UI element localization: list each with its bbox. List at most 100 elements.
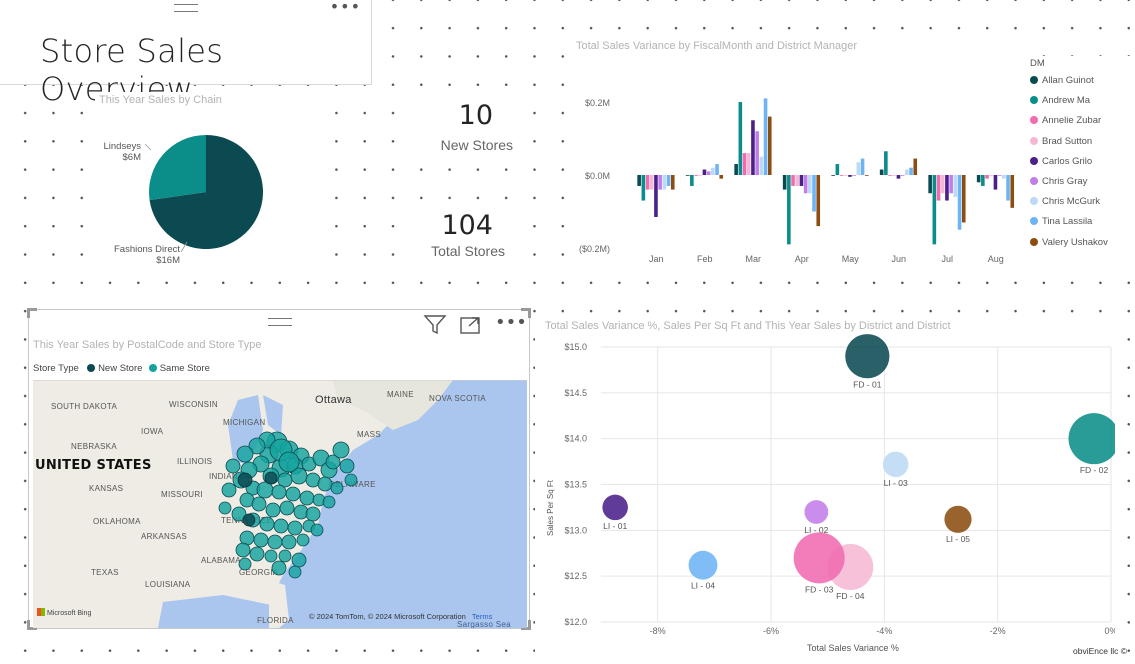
- bar[interactable]: [706, 171, 711, 175]
- bar[interactable]: [759, 156, 764, 175]
- bar[interactable]: [909, 167, 913, 175]
- bar[interactable]: [711, 167, 715, 175]
- bar[interactable]: [913, 158, 918, 175]
- legend-item[interactable]: Chris McGurk: [1030, 196, 1100, 207]
- store-marker[interactable]: [296, 533, 310, 547]
- store-marker[interactable]: [299, 490, 315, 506]
- store-marker[interactable]: [221, 482, 237, 498]
- card-total-stores[interactable]: 104 Total Stores: [420, 210, 515, 268]
- store-marker[interactable]: [249, 546, 265, 562]
- legend-item[interactable]: Annelie Zubar: [1030, 115, 1101, 126]
- bar[interactable]: [641, 175, 646, 201]
- bar[interactable]: [884, 151, 888, 175]
- bar[interactable]: [835, 164, 840, 175]
- scatter-point[interactable]: [793, 532, 845, 584]
- store-marker[interactable]: [218, 501, 232, 515]
- bar[interactable]: [698, 175, 703, 176]
- store-marker[interactable]: [267, 534, 283, 550]
- store-marker[interactable]: [332, 441, 350, 459]
- bar[interactable]: [953, 175, 958, 197]
- bar[interactable]: [791, 175, 795, 186]
- bar[interactable]: [746, 153, 751, 175]
- bar[interactable]: [900, 175, 905, 176]
- bar[interactable]: [945, 175, 949, 201]
- bar[interactable]: [658, 175, 662, 190]
- filter-icon[interactable]: [423, 314, 447, 336]
- bar[interactable]: [767, 116, 772, 175]
- scatter-point[interactable]: [1068, 413, 1116, 465]
- bar[interactable]: [816, 175, 821, 227]
- card-new-stores[interactable]: 10 New Stores: [420, 100, 515, 160]
- store-marker[interactable]: [278, 549, 292, 563]
- store-marker[interactable]: [271, 560, 287, 576]
- store-marker[interactable]: [278, 451, 300, 473]
- store-marker[interactable]: [251, 496, 267, 512]
- bar[interactable]: [782, 175, 787, 190]
- bar[interactable]: [702, 169, 707, 175]
- store-marker[interactable]: [287, 520, 303, 536]
- bar[interactable]: [888, 175, 892, 176]
- bar[interactable]: [715, 164, 719, 175]
- bar[interactable]: [685, 175, 690, 176]
- bar[interactable]: [961, 175, 966, 223]
- legend-item-label[interactable]: New Store: [98, 363, 142, 374]
- scatter-point[interactable]: [804, 500, 829, 524]
- store-marker[interactable]: [317, 476, 333, 492]
- bar[interactable]: [997, 175, 1002, 176]
- store-marker[interactable]: [235, 542, 251, 558]
- bar[interactable]: [787, 175, 791, 245]
- store-marker-new[interactable]: [264, 471, 278, 485]
- scatter-point[interactable]: [882, 451, 909, 478]
- bar[interactable]: [852, 175, 856, 176]
- legend-item[interactable]: Andrew Ma: [1030, 95, 1090, 106]
- bar[interactable]: [654, 175, 658, 217]
- more-options-icon[interactable]: •••: [330, 0, 361, 16]
- bar[interactable]: [839, 175, 844, 176]
- bar[interactable]: [645, 175, 650, 190]
- bar[interactable]: [932, 175, 937, 245]
- map-canvas[interactable]: SOUTH DAKOTA WISCONSIN MICHIGAN Ottawa M…: [33, 380, 527, 628]
- bar[interactable]: [763, 98, 768, 175]
- pie-chart-visual[interactable]: This Year Sales by Chain Lindseys $6M Fa…: [95, 92, 315, 272]
- bar[interactable]: [928, 175, 932, 194]
- bar[interactable]: [670, 175, 675, 190]
- bar[interactable]: [719, 175, 724, 179]
- scatter-point[interactable]: [688, 550, 718, 580]
- bar[interactable]: [1010, 175, 1015, 208]
- bar[interactable]: [981, 175, 985, 186]
- store-marker[interactable]: [259, 516, 275, 532]
- store-marker[interactable]: [264, 549, 278, 563]
- store-marker[interactable]: [253, 532, 269, 548]
- store-marker[interactable]: [285, 486, 301, 502]
- title-visual[interactable]: ••• Store Sales Overview: [0, 0, 372, 108]
- terms-link[interactable]: Terms: [472, 612, 492, 621]
- store-marker[interactable]: [236, 445, 254, 463]
- store-marker[interactable]: [225, 458, 241, 474]
- bar[interactable]: [976, 175, 981, 183]
- legend-item[interactable]: Valery Ushakov: [1030, 237, 1108, 248]
- bar[interactable]: [694, 175, 698, 176]
- store-marker[interactable]: [271, 484, 287, 500]
- store-marker[interactable]: [256, 481, 274, 499]
- store-marker[interactable]: [322, 495, 336, 509]
- legend-item[interactable]: Chris Gray: [1030, 176, 1087, 187]
- bar[interactable]: [690, 175, 694, 186]
- bar[interactable]: [936, 175, 941, 201]
- legend-item[interactable]: Allan Guinot: [1030, 75, 1094, 86]
- bar-chart-visual[interactable]: Total Sales Variance by FiscalMonth and …: [570, 36, 1025, 271]
- bar[interactable]: [993, 175, 998, 190]
- store-marker[interactable]: [281, 534, 297, 550]
- pie-slice[interactable]: [149, 135, 206, 201]
- bar[interactable]: [860, 158, 865, 175]
- bar[interactable]: [949, 175, 953, 194]
- bar[interactable]: [808, 175, 812, 194]
- scatter-point[interactable]: [602, 494, 628, 521]
- bar[interactable]: [1002, 175, 1006, 179]
- bar[interactable]: [1006, 175, 1010, 201]
- store-marker[interactable]: [344, 473, 358, 487]
- store-marker-new[interactable]: [237, 472, 253, 488]
- bar[interactable]: [879, 169, 884, 175]
- drag-grip-icon[interactable]: [174, 4, 198, 12]
- bar[interactable]: [795, 175, 800, 186]
- bar[interactable]: [985, 175, 989, 179]
